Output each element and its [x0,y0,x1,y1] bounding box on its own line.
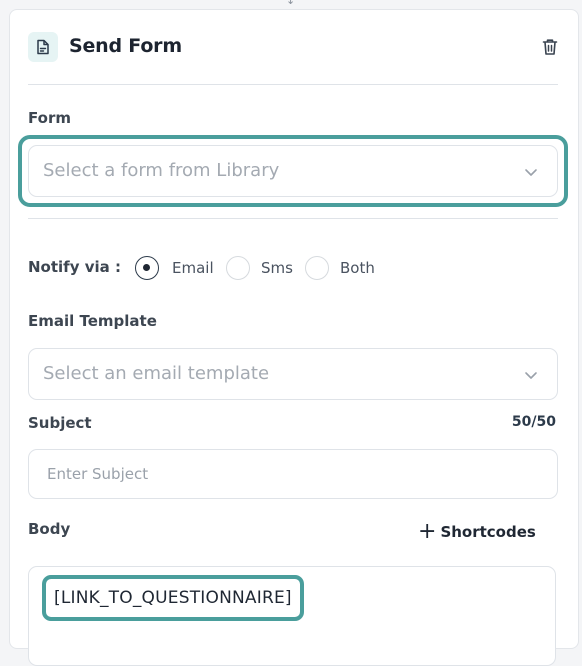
subject-label: Subject [28,414,92,432]
body-shortcode-token[interactable]: [LINK_TO_QUESTIONNAIRE] [42,575,304,621]
card-title: Send Form [69,35,182,57]
shortcodes-label: Shortcodes [440,523,536,541]
header-divider [28,84,558,85]
form-label: Form [28,109,71,127]
radio-both-label[interactable]: Both [340,259,375,277]
chevron-down-icon [525,372,537,379]
connector-arrow-icon: ↓ [286,0,296,7]
radio-email[interactable] [135,256,159,280]
form-document-icon [28,32,58,62]
notify-via-label: Notify via : [28,258,121,276]
subject-input[interactable] [28,449,558,499]
radio-email-label[interactable]: Email [172,259,214,277]
chevron-down-icon [525,169,537,176]
card-header: Send Form [28,32,558,62]
body-label: Body [28,520,71,538]
email-template-placeholder: Select an email template [43,363,270,384]
delete-button[interactable] [540,37,560,57]
radio-sms[interactable] [226,256,250,280]
send-form-card: Send Form Form Select a form from Librar… [9,9,579,666]
plus-icon: + [418,519,437,544]
form-select-placeholder: Select a form from Library [43,160,280,181]
email-template-label: Email Template [28,312,157,330]
trash-icon [542,39,558,55]
form-divider [28,218,558,219]
shortcodes-button[interactable]: + Shortcodes [418,521,536,543]
email-template-select[interactable]: Select an email template [28,348,558,400]
radio-both[interactable] [305,256,329,280]
radio-sms-label[interactable]: Sms [261,259,293,277]
subject-char-counter: 50/50 [511,414,556,430]
form-select[interactable]: Select a form from Library [28,145,558,197]
